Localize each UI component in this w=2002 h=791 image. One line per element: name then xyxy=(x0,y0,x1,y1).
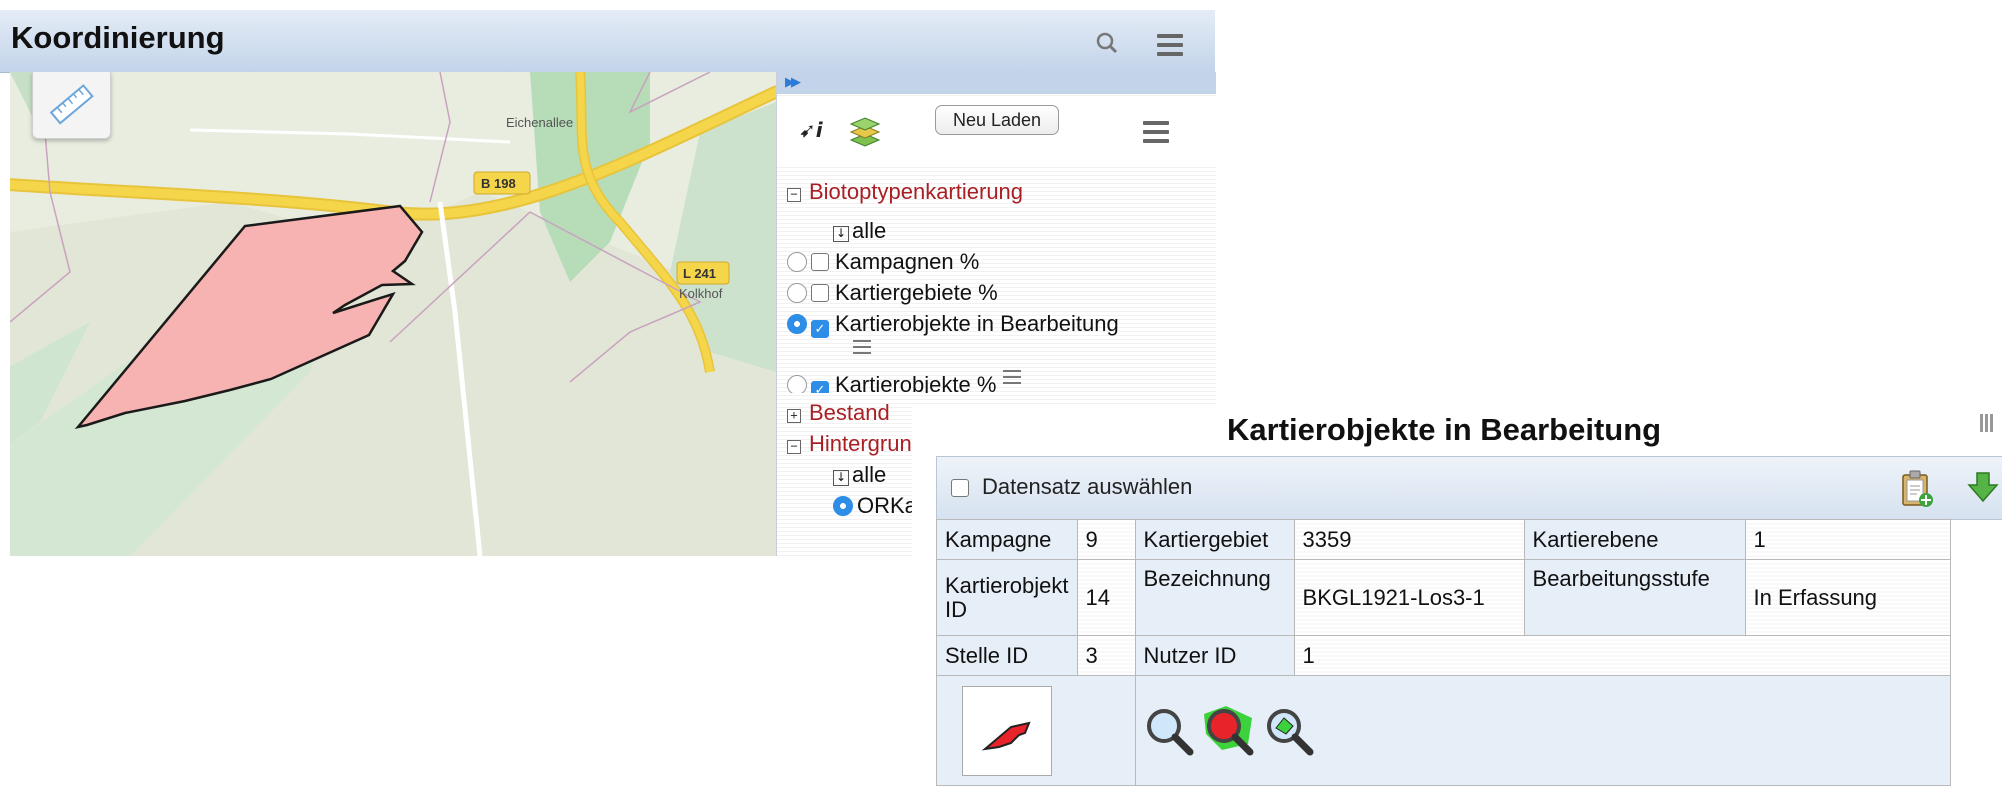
kartiergebiet-value: 3359 xyxy=(1293,519,1525,560)
layer-label: Kartierobjekte % xyxy=(835,372,997,393)
download-icon[interactable] xyxy=(1967,471,1999,505)
search-icon[interactable] xyxy=(1096,32,1118,54)
nutzer-id-value: 1 xyxy=(1293,635,1951,676)
menu-icon[interactable] xyxy=(1157,34,1183,56)
select-record-checkbox[interactable] xyxy=(951,479,969,497)
kartierobjekt-id-value: 14 xyxy=(1076,559,1136,636)
kartierebene-label: Kartierebene xyxy=(1523,519,1746,560)
kartierobjekt-id-label: Kartierobjekt ID xyxy=(936,559,1078,636)
shape-thumbnail-icon xyxy=(981,721,1031,751)
record-header: Datensatz auswählen xyxy=(936,456,2002,520)
window-title: Koordinierung xyxy=(11,20,225,55)
layer-radio[interactable] xyxy=(787,375,807,393)
map-label-road-l: L 241 xyxy=(683,266,716,281)
collapse-panel-icon[interactable]: ▶▶ xyxy=(785,76,801,89)
group-label: Bestand xyxy=(809,400,890,425)
group-biotoptypenkartierung[interactable]: − Biotoptypenkartierung xyxy=(787,176,1216,207)
record-table: Kampagne 9 Kartiergebiet 3359 Kartierebe… xyxy=(936,519,1951,786)
layer-kartiergebiete[interactable]: Kartiergebiete % xyxy=(787,277,1216,308)
layers-icon[interactable] xyxy=(847,112,883,150)
select-all-label: alle xyxy=(852,218,887,243)
kampagne-label: Kampagne xyxy=(936,519,1078,560)
map-label-street: Eichenallee xyxy=(506,115,573,130)
stelle-id-label: Stelle ID xyxy=(936,635,1078,676)
layer-label: Kartierobjekte in Bearbeitung xyxy=(835,311,1119,336)
layer-options-icon[interactable] xyxy=(853,340,871,358)
panel-header: ▶▶ xyxy=(777,72,1216,94)
zoom-highlight-red-icon[interactable] xyxy=(1202,704,1256,758)
clipboard-add-icon[interactable] xyxy=(1899,469,1935,509)
layer-kartierobjekte-bearbeitung[interactable]: ✓ Kartierobjekte in Bearbeitung xyxy=(787,308,1216,339)
layer-radio-selected[interactable] xyxy=(833,496,853,516)
info-pointer-icon[interactable]: ➹i xyxy=(799,118,823,142)
group-label: Hintergrund xyxy=(809,431,924,456)
zoom-highlight-green-icon[interactable] xyxy=(1262,704,1316,758)
select-all-label: alle xyxy=(852,462,887,487)
reload-button[interactable]: Neu Laden xyxy=(935,105,1059,135)
map-canvas: Eichenallee B 198 L 241 Kolkhof xyxy=(10,72,776,556)
geometry-thumbnail[interactable] xyxy=(962,686,1052,776)
stelle-id-value: 3 xyxy=(1076,635,1136,676)
measure-tool-button[interactable] xyxy=(32,72,111,139)
zoom-to-object-icon[interactable] xyxy=(1142,704,1196,758)
geometry-preview-cell xyxy=(936,675,1136,786)
select-all-icon[interactable]: ↓ xyxy=(833,470,849,486)
layer-label: Kampagnen % xyxy=(835,249,980,274)
layer-kartierobjekte[interactable]: ✓ Kartierobjekte % xyxy=(787,369,1216,393)
popup-title: Kartierobjekte in Bearbeitung xyxy=(1227,412,1662,447)
kampagne-value: 9 xyxy=(1076,519,1136,560)
layer-label: ORKa xyxy=(857,493,917,518)
map-view[interactable]: Eichenallee B 198 L 241 Kolkhof xyxy=(10,72,776,556)
layer-radio-selected[interactable] xyxy=(787,314,807,334)
layer-options-row xyxy=(787,339,1216,363)
collapse-icon[interactable]: − xyxy=(787,440,801,454)
bearbeitungsstufe-label: Bearbeitungsstufe xyxy=(1523,559,1746,636)
resize-grip-icon[interactable] xyxy=(1980,414,1996,440)
layer-kampagnen[interactable]: Kampagnen % xyxy=(787,246,1216,277)
panel-menu-icon[interactable] xyxy=(1143,121,1169,148)
group-label: Biotoptypenkartierung xyxy=(809,179,1024,204)
title-bar: Koordinierung xyxy=(0,10,1215,73)
kartiergebiet-label: Kartiergebiet xyxy=(1134,519,1295,560)
layer-radio[interactable] xyxy=(787,283,807,303)
record-popup: Kartierobjekte in Bearbeitung Datensatz … xyxy=(912,404,2002,791)
collapse-icon[interactable]: − xyxy=(787,188,801,202)
layer-checkbox[interactable] xyxy=(811,253,829,271)
map-label-place: Kolkhof xyxy=(679,286,723,301)
select-all-icon[interactable]: ↓ xyxy=(833,226,849,242)
ruler-icon xyxy=(49,84,94,125)
expand-icon[interactable]: + xyxy=(787,409,801,423)
map-actions-cell xyxy=(1134,675,1951,786)
bezeichnung-label: Bezeichnung xyxy=(1134,559,1295,636)
select-all-row[interactable]: ↓ alle xyxy=(787,215,1216,246)
nutzer-id-label: Nutzer ID xyxy=(1134,635,1295,676)
kartierebene-value: 1 xyxy=(1744,519,1951,560)
layer-radio[interactable] xyxy=(787,252,807,272)
select-record-label: Datensatz auswählen xyxy=(982,474,1193,499)
layer-label: Kartiergebiete % xyxy=(835,280,998,305)
layer-checkbox-checked[interactable]: ✓ xyxy=(811,381,829,393)
layer-options-icon[interactable] xyxy=(1002,370,1021,388)
map-label-road-b: B 198 xyxy=(481,176,516,191)
layer-checkbox-checked[interactable]: ✓ xyxy=(811,320,829,338)
bezeichnung-value: BKGL1921-Los3-1 xyxy=(1293,559,1525,636)
layer-checkbox[interactable] xyxy=(811,284,829,302)
panel-toolbar: ➹i Neu Laden xyxy=(777,96,1216,166)
bearbeitungsstufe-value: In Erfassung xyxy=(1744,559,1951,636)
